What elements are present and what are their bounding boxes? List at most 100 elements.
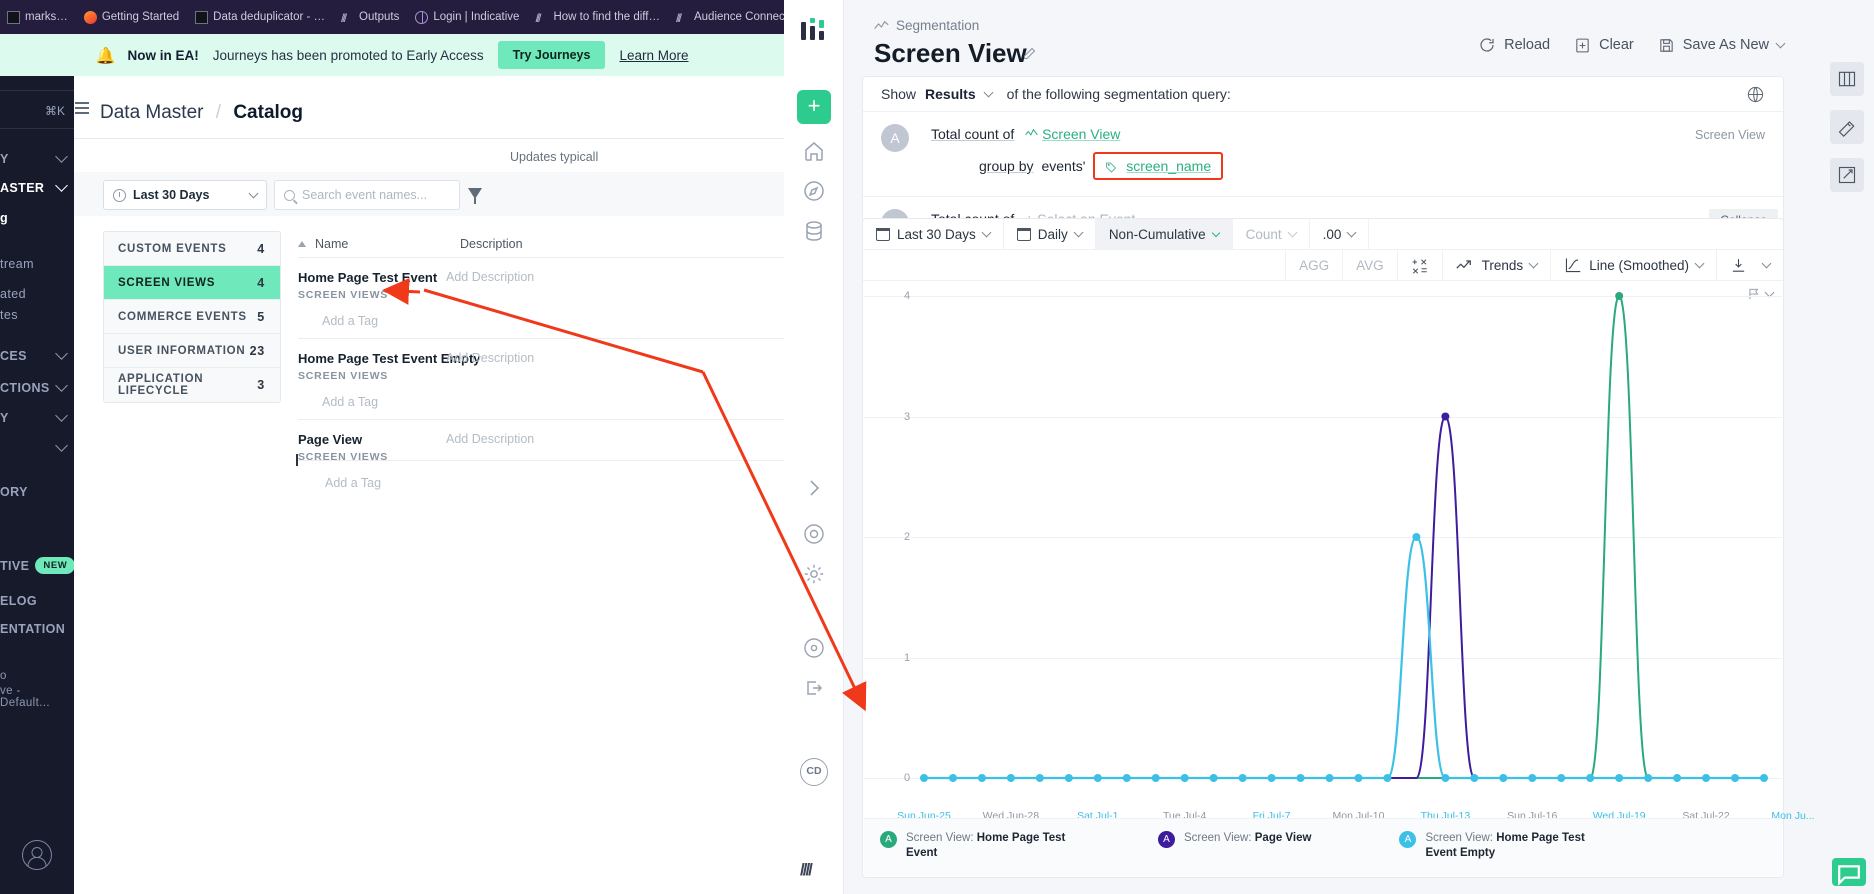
chart-data-point[interactable] (1557, 774, 1566, 782)
chart-data-point[interactable] (948, 774, 957, 782)
add-tag-link[interactable]: Add a Tag (322, 395, 784, 409)
menu-toggle-icon[interactable] (75, 102, 89, 114)
target-outline-icon[interactable] (798, 632, 830, 664)
control-decimals[interactable]: .00 (1310, 218, 1370, 250)
category-item-user-information[interactable]: USER INFORMATION 23 (104, 334, 280, 368)
bookmark-item[interactable]: Data deduplicator - … (190, 9, 330, 26)
chart-data-point[interactable] (1267, 774, 1276, 782)
help-icon[interactable] (1832, 858, 1866, 886)
event-description[interactable]: Add Description (446, 432, 534, 446)
add-tag-link[interactable]: Add a Tag (325, 476, 784, 490)
sidebar-account-line2[interactable]: ve - Default... (0, 685, 74, 709)
chart-data-point[interactable] (1470, 774, 1479, 782)
expand-right-icon[interactable] (798, 472, 830, 504)
bookmark-item[interactable]: /// How to find the diff… (530, 9, 665, 26)
chart-data-point[interactable] (1296, 774, 1305, 782)
chart-data-point[interactable] (1151, 774, 1160, 782)
sidebar-item-13[interactable]: ENTATION (0, 622, 74, 636)
bookmark-item[interactable]: /// Outputs (336, 9, 404, 26)
sidebar-item-5[interactable]: tes (0, 308, 74, 322)
gear-icon[interactable] (798, 558, 830, 590)
table-row[interactable]: Home Page Test Event Empty SCREEN VIEWS … (298, 338, 784, 419)
bookmark-item[interactable]: Login | Indicative (410, 9, 524, 26)
add-tag-link[interactable]: Add a Tag (322, 314, 784, 328)
sidebar-item-1[interactable]: ASTER (0, 179, 74, 195)
chart-data-point[interactable] (977, 774, 986, 782)
sidebar-item-2[interactable]: g (0, 211, 74, 225)
chart-data-point[interactable] (1673, 774, 1682, 782)
chart-data-point[interactable] (1731, 774, 1740, 782)
bookmark-item[interactable]: /// Audience Connect | (671, 9, 784, 26)
sort-asc-icon[interactable] (298, 241, 306, 247)
control-download[interactable] (1717, 250, 1783, 281)
save-as-new-button[interactable]: Save As New (1658, 37, 1786, 54)
chart-data-point[interactable] (1325, 774, 1334, 782)
chart-data-point[interactable] (1180, 774, 1189, 782)
control-avg[interactable]: AVG (1343, 249, 1398, 281)
chart-data-point[interactable] (1702, 774, 1711, 782)
chart-data-point[interactable] (1006, 774, 1015, 782)
chart-data-point[interactable] (1441, 774, 1450, 782)
chart-data-point[interactable] (1354, 774, 1363, 782)
category-item-application-lifecycle[interactable]: APPLICATION LIFECYCLE 3 (104, 368, 280, 402)
stage-a-event[interactable]: Screen View (1042, 126, 1120, 142)
sidebar-item-10[interactable]: ORY (0, 485, 74, 499)
chart-data-point[interactable] (1441, 412, 1450, 421)
globe-icon[interactable] (1746, 85, 1765, 104)
category-item-screen-views[interactable]: SCREEN VIEWS 4 (104, 266, 280, 300)
control-date-range[interactable]: Last 30 Days (863, 218, 1004, 250)
control-granularity[interactable]: Daily (1004, 218, 1096, 250)
control-cumulative[interactable]: Non-Cumulative (1095, 218, 1233, 250)
chart-data-point[interactable] (1412, 533, 1421, 541)
database-icon[interactable] (798, 215, 830, 247)
legend-item[interactable]: A Screen View: Home Page Test Event Empt… (1399, 831, 1589, 876)
avatar[interactable] (22, 840, 52, 870)
control-trends[interactable]: Trends (1443, 249, 1552, 281)
date-range-picker[interactable]: Last 30 Days (103, 180, 267, 210)
event-description[interactable]: Add Description (446, 351, 534, 365)
chart-data-point[interactable] (1499, 774, 1508, 782)
chart-data-point[interactable] (1035, 774, 1044, 782)
chevron-down-icon[interactable] (983, 87, 994, 98)
sidebar-item-0[interactable]: Y (0, 150, 74, 166)
stage-a-prefix[interactable]: Total count of (931, 126, 1014, 142)
sidebar-item-3[interactable]: tream (0, 257, 74, 271)
chart-data-point[interactable] (1615, 292, 1624, 300)
sidebar-item-4[interactable]: ated (0, 287, 74, 301)
table-view-icon[interactable] (1830, 62, 1864, 96)
category-item-custom-events[interactable]: CUSTOM EVENTS 4 (104, 232, 280, 266)
target-icon[interactable] (798, 518, 830, 550)
legend-item[interactable]: A Screen View: Home Page Test Event (880, 831, 1070, 876)
telescope-icon[interactable] (1830, 110, 1864, 144)
try-journeys-button[interactable]: Try Journeys (497, 41, 606, 69)
legend-item[interactable]: A Screen View: Page View (1158, 831, 1311, 876)
group-by-property-highlight[interactable]: screen_name (1093, 152, 1224, 180)
sidebar-item-12[interactable]: ELOG (0, 594, 74, 608)
explore-compass-icon[interactable] (798, 175, 830, 207)
control-count[interactable]: Count (1233, 218, 1310, 250)
breadcrumb-parent[interactable]: Data Master (100, 102, 203, 123)
chart-data-point[interactable] (1209, 774, 1218, 782)
chart-data-point[interactable] (1644, 774, 1653, 782)
chart-data-point[interactable] (1528, 774, 1537, 782)
annotate-icon[interactable] (1830, 158, 1864, 192)
reload-button[interactable]: Reload (1478, 36, 1550, 54)
show-value[interactable]: Results (925, 86, 976, 102)
search-input[interactable]: Search event names... (274, 180, 460, 210)
chart-data-point[interactable] (1093, 774, 1102, 782)
control-chart-type[interactable]: Line (Smoothed) (1551, 249, 1717, 281)
chart-data-point[interactable] (1760, 774, 1768, 782)
chart-data-point[interactable] (920, 774, 928, 782)
home-icon[interactable] (798, 135, 830, 167)
column-header-description[interactable]: Description (460, 237, 523, 251)
sidebar-account-line1[interactable]: o (0, 670, 74, 682)
chart-data-point[interactable] (1615, 774, 1624, 782)
sidebar-item-7[interactable]: CTIONS (0, 379, 74, 395)
learn-more-link[interactable]: Learn More (619, 48, 688, 63)
event-description[interactable]: Add Description (446, 270, 534, 284)
chart-data-point[interactable] (1586, 774, 1595, 782)
chart-data-point[interactable] (1064, 774, 1073, 782)
chart-data-point[interactable] (1122, 774, 1131, 782)
column-header-name[interactable]: Name (315, 237, 460, 251)
group-by-label[interactable]: group by (979, 158, 1033, 174)
